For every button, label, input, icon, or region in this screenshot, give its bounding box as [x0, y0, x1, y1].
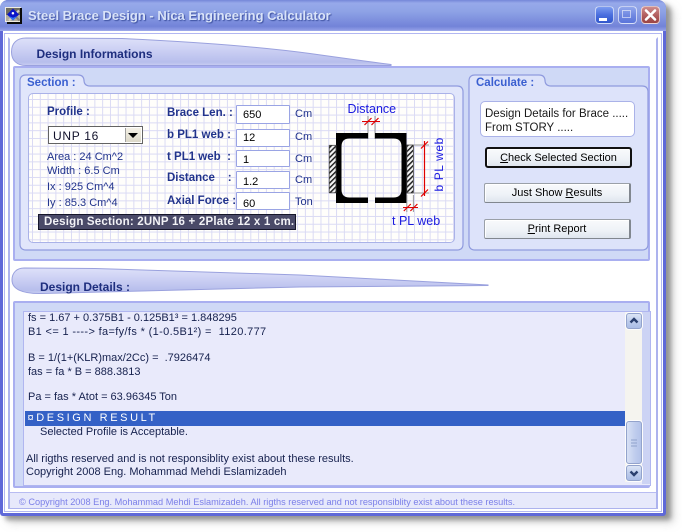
svg-text:b PL web: b PL web: [432, 137, 446, 191]
